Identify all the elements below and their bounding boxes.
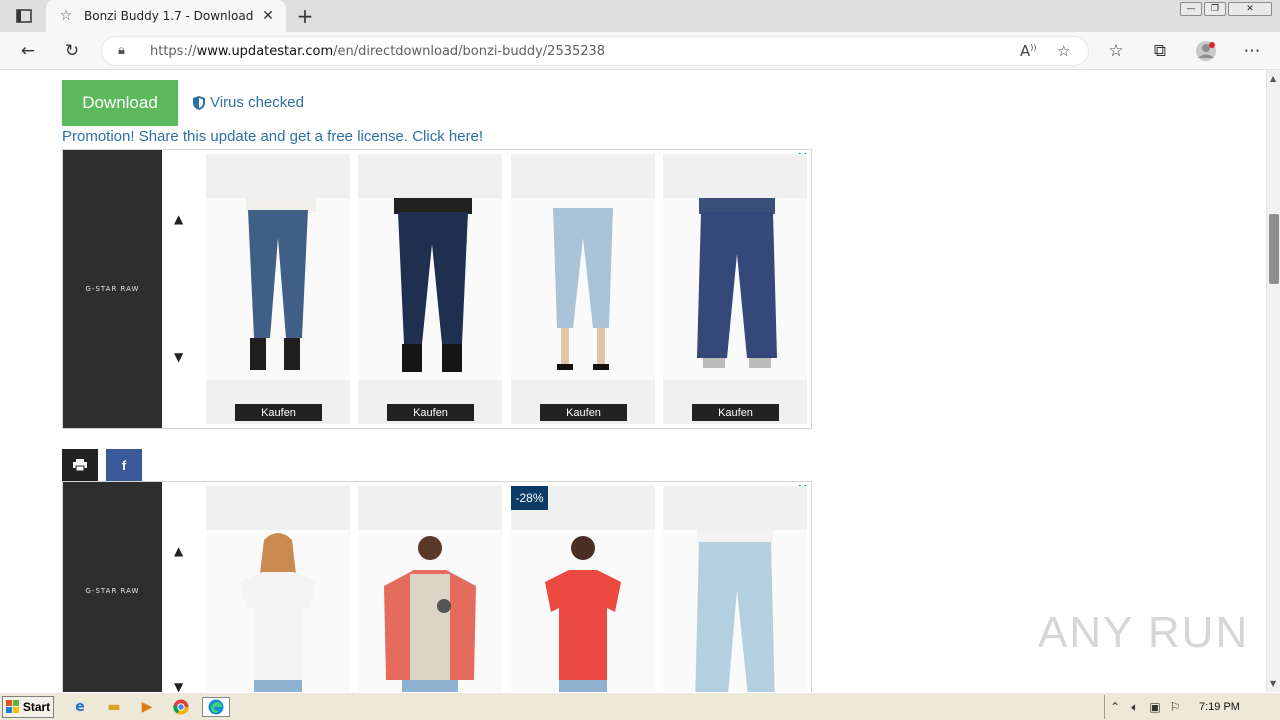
star-favicon-icon: ☆ — [59, 8, 73, 24]
web-page: Download Virus checked Promotion! Share … — [0, 70, 1266, 692]
ad-product-card[interactable]: -28% — [511, 486, 655, 692]
volume-icon[interactable]: 🔈︎ — [1125, 700, 1145, 715]
start-button[interactable]: Start — [2, 696, 54, 718]
scroll-down-arrow-icon[interactable]: ▼ — [1270, 679, 1276, 688]
ad-product-card[interactable]: Kaufen — [206, 154, 350, 424]
edge-icon[interactable] — [202, 697, 230, 717]
jeans-image — [511, 198, 655, 380]
jeans-image — [663, 198, 807, 380]
buy-button[interactable]: Kaufen — [540, 404, 627, 421]
address-bar[interactable]: 🔒︎ https://www.updatestar.com/en/directd… — [101, 36, 1089, 66]
download-button[interactable]: Download — [62, 80, 178, 126]
lock-icon: 🔒︎ — [118, 43, 125, 58]
ad-brand-panel: G-STAR RAW — [63, 482, 162, 692]
favorites-icon[interactable]: ☆ — [1103, 39, 1129, 63]
page-scrollbar[interactable]: ▲ ▼ — [1266, 70, 1280, 692]
collections-icon[interactable]: ⧉ — [1147, 39, 1173, 63]
read-aloud-icon[interactable]: A)) — [1020, 42, 1037, 60]
shield-icon — [193, 95, 205, 110]
browser-titlebar: ☆ Bonzi Buddy 1.7 - Download ✕ + — ❐ ✕ — [0, 0, 1280, 32]
system-tray: ⌃ 🔈︎ ▣ ⚐ 7:19 PM — [1104, 695, 1280, 719]
buy-button[interactable]: Kaufen — [235, 404, 322, 421]
scroll-down-icon[interactable]: ▼ — [174, 680, 183, 692]
promotion-link[interactable]: Promotion! Share this update and get a f… — [62, 128, 483, 145]
jeans-image — [663, 530, 807, 692]
window-close-button[interactable]: ✕ — [1228, 2, 1272, 16]
virus-checked-link[interactable]: Virus checked — [193, 94, 304, 111]
scroll-down-icon[interactable]: ▼ — [174, 350, 183, 364]
url-text: https://www.updatestar.com/en/directdown… — [150, 44, 606, 59]
ad-banner-2[interactable]: G-STAR RAW ▲ ▼ ▷ ✕ — [62, 481, 812, 692]
start-label: Start — [22, 700, 51, 714]
tab-close-button[interactable]: ✕ — [258, 6, 278, 26]
ad-product-card[interactable] — [206, 486, 350, 692]
ad-product-card[interactable] — [358, 486, 502, 692]
internet-explorer-icon[interactable]: e — [69, 697, 91, 717]
add-favorite-icon[interactable]: ☆ — [1057, 42, 1070, 60]
more-options-icon[interactable]: ⋯ — [1239, 39, 1265, 63]
jeans-image — [358, 198, 502, 380]
buy-button[interactable]: Kaufen — [387, 404, 474, 421]
jacket-image — [358, 530, 502, 692]
profile-avatar-icon[interactable] — [1193, 39, 1219, 63]
ad-product-card[interactable]: Kaufen — [511, 154, 655, 424]
minimize-button[interactable]: — — [1180, 2, 1202, 16]
scrollbar-thumb[interactable] — [1269, 214, 1279, 284]
back-arrow-icon[interactable]: ← — [15, 39, 41, 63]
ad-product-card[interactable]: Kaufen — [663, 154, 807, 424]
windows-taskbar: Start e ▬ ▶ ⌃ 🔈︎ ▣ ⚐ 7:19 PM — [0, 692, 1280, 720]
facebook-share-button[interactable]: f — [106, 449, 142, 481]
tab-actions-button[interactable] — [10, 6, 38, 26]
screen: ☆ Bonzi Buddy 1.7 - Download ✕ + — ❐ ✕ ←… — [0, 0, 1280, 720]
printer-icon — [73, 459, 87, 471]
print-button[interactable] — [62, 449, 98, 481]
tab-actions-icon — [16, 9, 32, 23]
ad-brand-panel: G-STAR RAW — [63, 150, 162, 428]
taskbar-clock[interactable]: 7:19 PM — [1199, 701, 1240, 713]
ad-product-card[interactable] — [663, 486, 807, 692]
scroll-up-icon[interactable]: ▲ — [174, 544, 183, 558]
virus-checked-label: Virus checked — [210, 94, 304, 111]
refresh-icon[interactable]: ↻ — [59, 39, 85, 63]
ad-banner-1[interactable]: G-STAR RAW ▲ ▼ ▷ ✕ Kaufen — [62, 149, 812, 429]
media-player-icon[interactable]: ▶ — [136, 697, 158, 717]
browser-tab-active[interactable]: ☆ Bonzi Buddy 1.7 - Download ✕ — [46, 0, 286, 32]
jeans-image — [206, 198, 350, 380]
network-icon[interactable]: ▣ — [1145, 700, 1165, 714]
show-hidden-icons-icon[interactable]: ⌃ — [1105, 700, 1125, 714]
restore-button[interactable]: ❐ — [1204, 2, 1226, 16]
new-tab-button[interactable]: + — [293, 4, 317, 28]
discount-badge: -28% — [511, 486, 548, 510]
tshirt-image — [206, 530, 350, 692]
tshirt-image — [511, 530, 655, 692]
tab-title: Bonzi Buddy 1.7 - Download — [84, 9, 254, 23]
chrome-icon[interactable] — [170, 697, 192, 717]
buy-button[interactable]: Kaufen — [692, 404, 779, 421]
ad-product-card[interactable]: Kaufen — [358, 154, 502, 424]
scroll-up-arrow-icon[interactable]: ▲ — [1270, 74, 1276, 83]
scroll-up-icon[interactable]: ▲ — [174, 212, 183, 226]
browser-toolbar: ← ↻ 🔒︎ https://www.updatestar.com/en/dir… — [0, 32, 1280, 70]
windows-logo-icon — [5, 700, 19, 713]
anyrun-watermark: ANY RUN — [1038, 608, 1250, 657]
window-controls: — ❐ ✕ — [1180, 2, 1272, 16]
action-center-flag-icon[interactable]: ⚐ — [1165, 700, 1185, 714]
file-explorer-icon[interactable]: ▬ — [103, 697, 125, 717]
